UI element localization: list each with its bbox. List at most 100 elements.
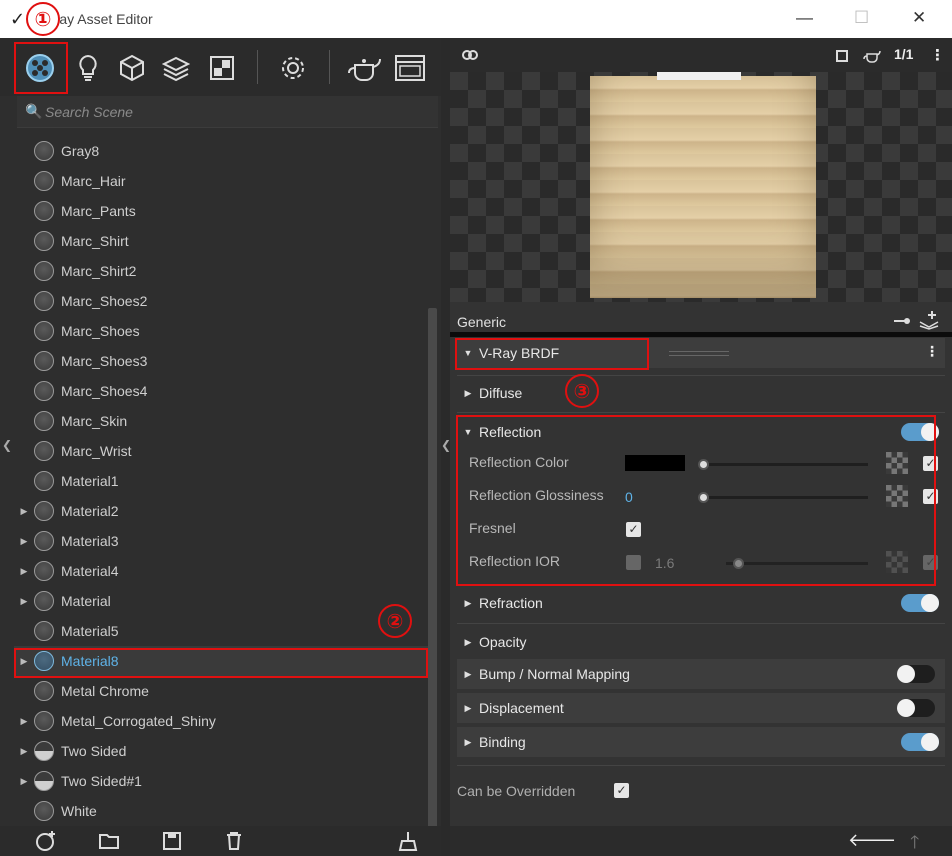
list-scrollbar[interactable]: [428, 308, 437, 828]
back-arrow-icon[interactable]: 🡐: [848, 830, 896, 851]
reflection-color-checkbox[interactable]: ✓: [923, 456, 938, 471]
fresnel-checkbox[interactable]: ✓: [626, 522, 641, 537]
material-list-item[interactable]: ▶ Metal_Corrogated_Shiny: [14, 706, 428, 736]
materials-button[interactable]: [18, 46, 62, 90]
asset-toolbar: [0, 38, 441, 96]
preview-light: [657, 72, 741, 80]
material-ball-icon: [34, 771, 54, 791]
preview-ratio[interactable]: 1/1: [894, 46, 913, 62]
expand-arrow-icon[interactable]: ▶: [14, 506, 34, 517]
material-editor-panel: 1/1 ⋮ Generic ▼ V-Ray BRDF ⋮ ▶ Diffuse ③…: [450, 38, 952, 856]
reflection-ior-checkbox[interactable]: [626, 555, 641, 570]
material-list-item[interactable]: Marc_Wrist: [14, 436, 428, 466]
settings-button[interactable]: [271, 46, 315, 90]
reflection-toggle[interactable]: [901, 423, 939, 441]
expand-arrow-icon[interactable]: ▶: [14, 536, 34, 547]
layers-button[interactable]: [154, 46, 198, 90]
opacity-section[interactable]: ▶ Opacity: [457, 627, 945, 657]
material-list-item[interactable]: Marc_Pants: [14, 196, 428, 226]
add-material-button[interactable]: [34, 830, 58, 852]
refraction-section[interactable]: ▶ Refraction: [457, 588, 945, 618]
collapse-triangle-icon: ▼: [463, 427, 473, 437]
drag-handle[interactable]: [669, 351, 729, 356]
expand-arrow-icon[interactable]: ▶: [14, 596, 34, 607]
expand-arrow-icon[interactable]: ▶: [14, 566, 34, 577]
panel-divider[interactable]: ❮: [441, 38, 451, 856]
reflection-ior-value[interactable]: 1.6: [655, 555, 674, 571]
reflection-glossiness-texture-slot[interactable]: [886, 485, 908, 507]
reflection-glossiness-slider[interactable]: [698, 492, 868, 503]
reflection-section-header[interactable]: ▼ Reflection: [457, 417, 945, 447]
search-input[interactable]: [45, 102, 425, 122]
render-button[interactable]: [343, 46, 387, 90]
material-list-item[interactable]: ▶ Material8: [14, 646, 428, 676]
preview-shape-icon[interactable]: [836, 50, 848, 62]
minimize-icon[interactable]: —: [796, 8, 813, 28]
save-button[interactable]: [160, 830, 184, 852]
material-ball-icon: [34, 531, 54, 551]
material-list-item[interactable]: Material1: [14, 466, 428, 496]
reflection-glossiness-checkbox[interactable]: ✓: [923, 489, 938, 504]
material-list-item[interactable]: ▶ Material2: [14, 496, 428, 526]
frame-buffer-button[interactable]: [388, 46, 432, 90]
preview-teapot-icon[interactable]: [863, 48, 881, 64]
reflection-glossiness-value[interactable]: 0: [625, 489, 633, 505]
material-list-item[interactable]: Marc_Shoes4: [14, 376, 428, 406]
material-list-item[interactable]: Marc_Shirt2: [14, 256, 428, 286]
expand-arrow-icon[interactable]: ▶: [14, 656, 34, 667]
displacement-toggle[interactable]: [897, 699, 935, 717]
expand-arrow-icon[interactable]: ▶: [14, 746, 34, 757]
bump-toggle[interactable]: [897, 665, 935, 683]
can-be-overridden-checkbox[interactable]: ✓: [614, 783, 629, 798]
reflection-color-slider[interactable]: [698, 459, 868, 470]
brdf-header[interactable]: ▼ V-Ray BRDF ⋮: [457, 338, 945, 368]
open-button[interactable]: [97, 830, 121, 852]
material-list-item[interactable]: Marc_Shoes3: [14, 346, 428, 376]
binding-toggle[interactable]: [901, 733, 939, 751]
material-list-item[interactable]: Marc_Shoes2: [14, 286, 428, 316]
reflection-ior-map-checkbox[interactable]: ✓: [923, 555, 938, 570]
expand-arrow-icon[interactable]: ▶: [14, 776, 34, 787]
frame-buffer-icon: [395, 55, 425, 81]
preview-menu-icon[interactable]: ⋮: [930, 46, 945, 64]
material-list-item[interactable]: Gray8: [14, 136, 428, 166]
preview-link-icon[interactable]: [460, 48, 480, 62]
material-list-item[interactable]: ▶ Two Sided: [14, 736, 428, 766]
reflection-glossiness-label: Reflection Glossiness: [469, 487, 604, 503]
pin-icon[interactable]: [894, 316, 910, 326]
brdf-menu-icon[interactable]: ⋮: [925, 343, 939, 360]
material-list-item[interactable]: Marc_Hair: [14, 166, 428, 196]
materials-icon: [26, 54, 54, 82]
lights-button[interactable]: [66, 46, 110, 90]
material-list-item[interactable]: White: [14, 796, 428, 826]
material-list-item[interactable]: Marc_Shirt: [14, 226, 428, 256]
material-list-item[interactable]: ▶ Two Sided#1: [14, 766, 428, 796]
binding-section[interactable]: ▶ Binding: [457, 727, 945, 757]
maximize-icon[interactable]: ☐: [854, 8, 869, 28]
up-arrow-icon[interactable]: 🡑: [910, 830, 919, 856]
reflection-ior-slider[interactable]: [726, 558, 868, 569]
material-ball-icon: [34, 381, 54, 401]
bump-section[interactable]: ▶ Bump / Normal Mapping: [457, 659, 945, 689]
close-icon[interactable]: ✕: [912, 8, 926, 28]
reflection-color-swatch[interactable]: [625, 455, 685, 471]
material-list-item[interactable]: ▶ Material3: [14, 526, 428, 556]
reflection-color-texture-slot[interactable]: [886, 452, 908, 474]
diffuse-section[interactable]: ▶ Diffuse: [457, 378, 945, 408]
delete-button[interactable]: [222, 830, 246, 852]
add-layer-icon[interactable]: [918, 310, 940, 330]
expand-arrow-icon[interactable]: ▶: [14, 716, 34, 727]
geometry-button[interactable]: [110, 46, 154, 90]
collapse-left-icon[interactable]: ❮: [2, 438, 12, 452]
material-list-item[interactable]: Marc_Skin: [14, 406, 428, 436]
render-elements-button[interactable]: [200, 46, 244, 90]
reflection-ior-texture-slot[interactable]: [886, 551, 908, 573]
material-list-item[interactable]: Material5: [14, 616, 428, 646]
refraction-toggle[interactable]: [901, 594, 939, 612]
purge-button[interactable]: [396, 830, 420, 852]
material-list-item[interactable]: Metal Chrome: [14, 676, 428, 706]
material-list-item[interactable]: ▶ Material: [14, 586, 428, 616]
material-list-item[interactable]: ▶ Material4: [14, 556, 428, 586]
displacement-section[interactable]: ▶ Displacement: [457, 693, 945, 723]
material-list-item[interactable]: Marc_Shoes: [14, 316, 428, 346]
